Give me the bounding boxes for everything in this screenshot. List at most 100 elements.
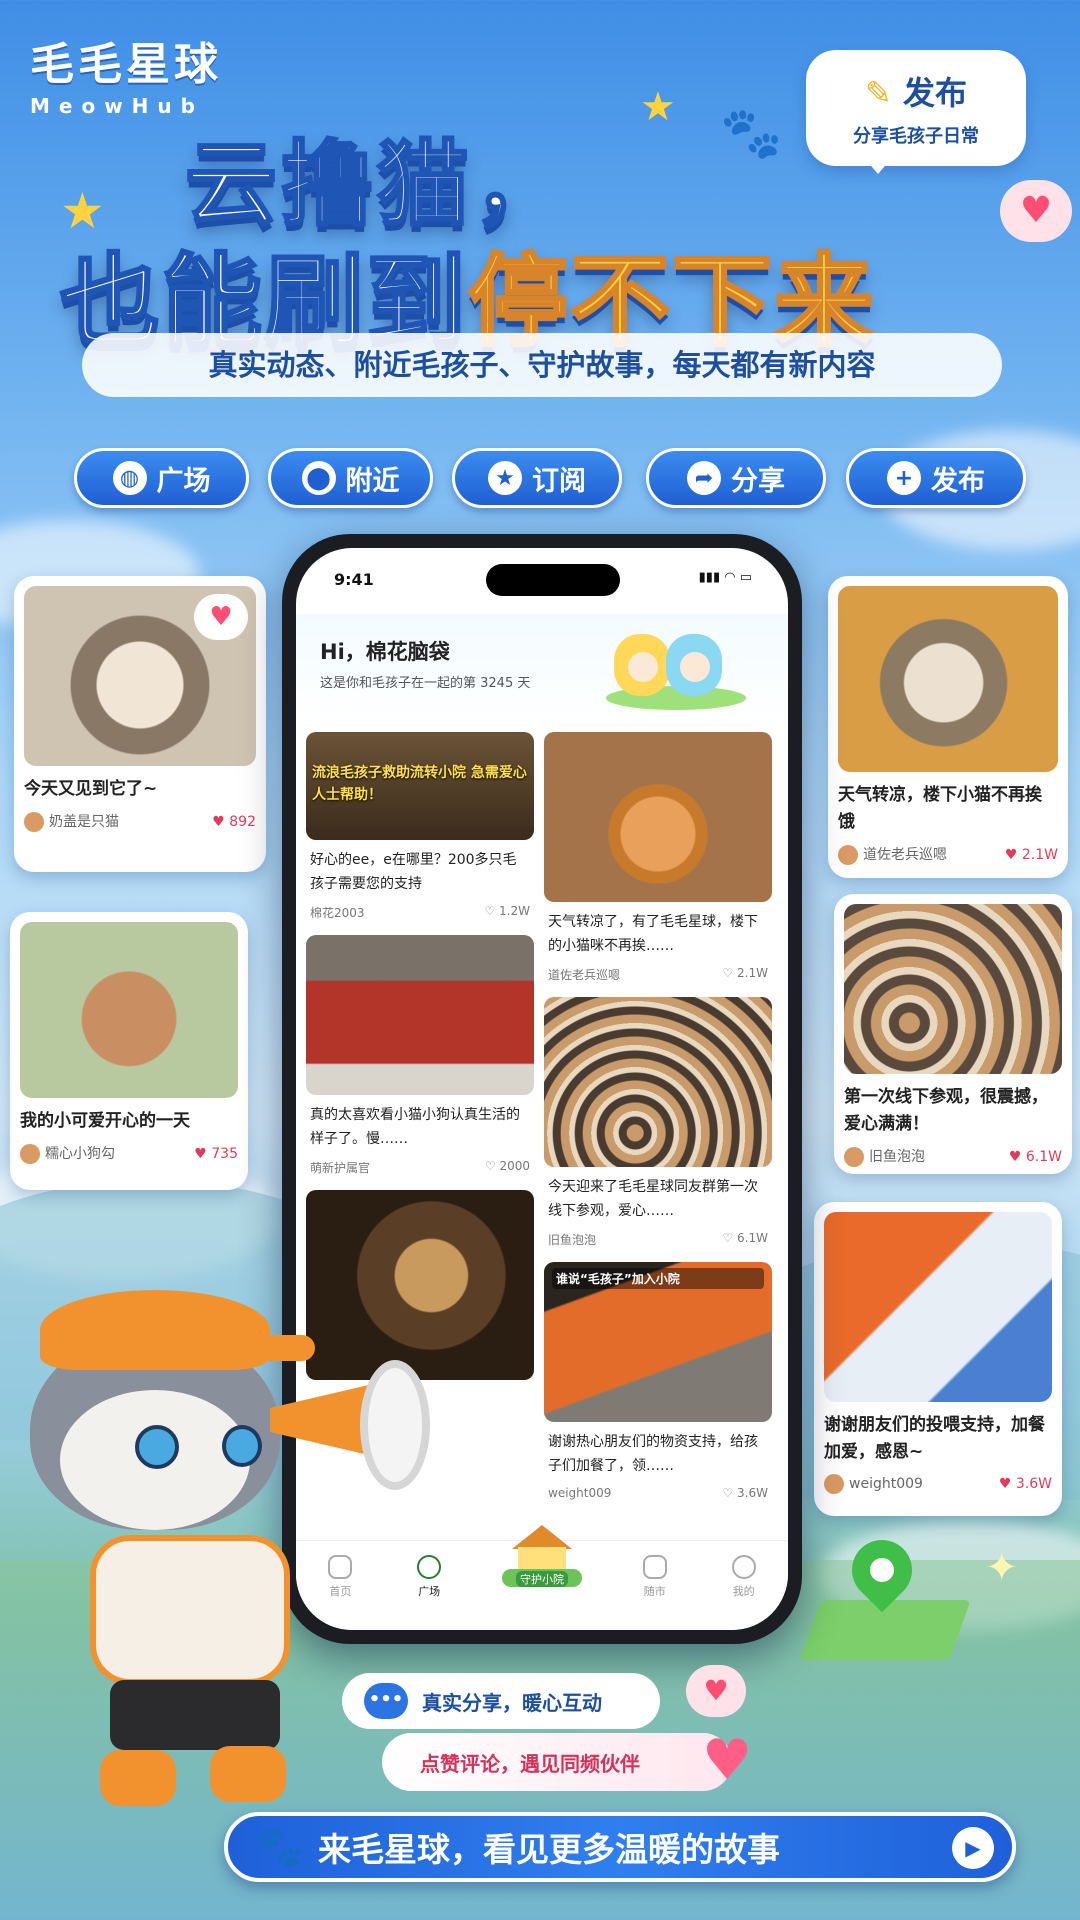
carrots-photo: 谁说“毛孩子”加入小院 (544, 1262, 772, 1422)
like-count[interactable]: ♥ 3.6W (999, 1476, 1052, 1492)
post-card[interactable]: ♥ 今天又见到它了~ 奶盖是只猫 ♥ 892 (14, 576, 266, 872)
like-value: 3.6W (1015, 1476, 1052, 1492)
chat-dots-icon: ••• (364, 1683, 408, 1719)
feed-banner: 流浪毛孩子救助流转小院 急需爱心人士帮助！ (312, 765, 527, 803)
pill-square[interactable]: ◍ 广场 (74, 448, 249, 508)
like-value: 892 (229, 813, 256, 830)
star-icon: ★ (488, 461, 522, 495)
feed-caption: 今天迎来了毛毛星球同友群第一次线下参观，爱心…… (548, 1179, 758, 1219)
feed-like[interactable]: ♡ 1.2W (484, 904, 530, 921)
post-user: 糯心小狗勾 (45, 1146, 115, 1162)
cta-button[interactable]: 🐾 来毛星球，看见更多温暖的故事 ▶ (224, 1812, 1016, 1882)
feed-like-value: 3.6W (737, 1486, 768, 1500)
play-icon: ▶ (952, 1827, 994, 1869)
feed-card[interactable]: 真的太喜欢看小猫小狗认真生活的样子了。慢…… 萌新护属官 ♡ 2000 (306, 935, 534, 1176)
pill-label: 附近 (345, 465, 400, 497)
post-caption: 我的小可爱开心的一天 (20, 1111, 190, 1131)
feed-like[interactable]: ♡ 2.1W (722, 966, 768, 983)
feed-card[interactable]: 今天迎来了毛毛星球同友群第一次线下参观，爱心…… 旧鱼泡泡 ♡ 6.1W (544, 997, 772, 1248)
heart-icon: ♥ (686, 1665, 746, 1717)
like-count[interactable]: ♥ 6.1W (1009, 1149, 1062, 1165)
feed-caption: 好心的ee，e在哪里？200多只毛孩子需要您的支持 (310, 852, 517, 892)
post-caption: 谢谢朋友们的投喂支持，加餐加爱，感恩~ (824, 1415, 1045, 1462)
market-icon (642, 1555, 667, 1579)
like-value: 6.1W (1025, 1148, 1062, 1165)
feed-card[interactable]: 流浪毛孩子救助流转小院 急需爱心人士帮助！ 好心的ee，e在哪里？200多只毛孩… (306, 732, 534, 921)
feed-like[interactable]: ♡ 2000 (485, 1159, 530, 1176)
post-caption: 今天又见到它了~ (24, 779, 158, 799)
profile-icon (731, 1555, 756, 1579)
pill-label: 广场 (156, 465, 211, 497)
big-heart-icon: ♥ (702, 1728, 753, 1793)
publish-bubble[interactable]: ✎ 发布 分享毛孩子日常 (806, 50, 1026, 174)
post-user: 道佐老兵巡嗯 (863, 847, 947, 863)
like-count[interactable]: ♥ 892 (212, 814, 256, 830)
plus-icon: + (887, 461, 921, 495)
share-bubble: ••• 真实分享，暖心互动 (342, 1673, 660, 1729)
dog-shelter-photo (544, 997, 772, 1167)
tab-label: 广场 (418, 1585, 441, 1598)
pill-subscribe[interactable]: ★ 订阅 (452, 448, 622, 508)
feed-user: 棉花2003 (310, 906, 365, 920)
brand-name-cn: 毛毛星球 (30, 39, 222, 90)
post-user: weight009 (849, 1476, 923, 1492)
tab-label: 守护小院 (515, 1571, 568, 1587)
dogs-crowd-photo (844, 904, 1062, 1074)
post-user: 旧鱼泡泡 (869, 1149, 925, 1165)
share-arrow-icon: ➦ (687, 461, 721, 495)
feed-column-right: 天气转凉了，有了毛毛星球，楼下的小猫咪不再挨…… 道佐老兵巡嗯 ♡ 2.1W 今天… (544, 732, 772, 1514)
feed-banner: 谁说“毛孩子”加入小院 (552, 1268, 764, 1289)
signal-wifi-battery-icon: ▮▮▮ ◠ ▭ (698, 570, 752, 585)
feed-like-value: 2.1W (737, 966, 768, 980)
post-card[interactable]: 我的小可爱开心的一天 糯心小狗勾 ♥ 735 (10, 912, 248, 1190)
pill-label: 订阅 (532, 465, 586, 497)
tab-square[interactable]: 广场 (417, 1555, 442, 1599)
like-value: 735 (211, 1145, 238, 1162)
feed-like-value: 2000 (499, 1159, 530, 1173)
days-together: 这是你和毛孩子在一起的第 3245 天 (320, 676, 531, 691)
feed-card[interactable]: 天气转凉了，有了毛毛星球，楼下的小猫咪不再挨…… 道佐老兵巡嗯 ♡ 2.1W (544, 732, 772, 983)
star-decoration-icon: ★ (640, 84, 676, 130)
post-card[interactable]: 天气转凉，楼下小猫不再挨饿 道佐老兵巡嗯 ♥ 2.1W (828, 576, 1068, 878)
post-user: 奶盖是只猫 (49, 814, 119, 830)
cat-on-wall-photo (306, 935, 534, 1095)
cat-photo (838, 586, 1058, 772)
tab-market[interactable]: 随市 (642, 1555, 667, 1599)
like-value: 2.1W (1021, 846, 1058, 863)
like-count[interactable]: ♥ 2.1W (1005, 847, 1058, 863)
tab-guard-yard[interactable]: 守护小院 (501, 1525, 582, 1587)
dog-photo (20, 922, 238, 1098)
heart-bubble-icon: ♥ (1000, 180, 1072, 242)
paw-decoration-icon: 🐾 (720, 104, 783, 162)
paw-icon: 🐾 (254, 1825, 304, 1871)
post-card[interactable]: 第一次线下参观，很震撼，爱心满满！ 旧鱼泡泡 ♥ 6.1W (834, 894, 1072, 1174)
pill-label: 分享 (731, 465, 785, 497)
feed-user: 萌新护属官 (310, 1161, 371, 1175)
like-bubble: 点赞评论，遇见同频伙伴 (382, 1733, 732, 1791)
pill-share[interactable]: ➦ 分享 (646, 448, 826, 508)
feed-caption: 谢谢热心朋友们的物资支持，给孩子们加餐了，领…… (548, 1434, 758, 1474)
tab-profile[interactable]: 我的 (731, 1555, 756, 1599)
tab-label: 我的 (732, 1585, 755, 1598)
feed-caption: 真的太喜欢看小猫小狗认真生活的样子了。慢…… (310, 1107, 520, 1147)
heart-badge-icon: ♥ (194, 594, 248, 640)
cta-label: 来毛星球，看见更多温暖的故事 (318, 1830, 780, 1869)
like-count[interactable]: ♥ 735 (194, 1146, 238, 1162)
feed-like[interactable]: ♡ 6.1W (722, 1231, 768, 1248)
like-bubble-text: 点赞评论，遇见同频伙伴 (420, 1751, 640, 1776)
feed-like-value: 6.1W (737, 1231, 768, 1245)
greeting: Hi，棉花脑袋 (320, 640, 450, 664)
pill-publish[interactable]: + 发布 (846, 448, 1026, 508)
location-pin-icon: ⬤ (301, 461, 336, 495)
publish-bubble-title: 发布 (902, 74, 967, 112)
feed-like[interactable]: ♡ 3.6W (722, 1486, 768, 1500)
feed-user: 旧鱼泡泡 (548, 1233, 597, 1247)
post-card[interactable]: 谢谢朋友们的投喂支持，加餐加爱，感恩~ weight009 ♥ 3.6W (814, 1202, 1062, 1516)
feed-card[interactable]: 谁说“毛孩子”加入小院 谢谢热心朋友们的物资支持，给孩子们加餐了，领…… wei… (544, 1262, 772, 1500)
pencil-icon: ✎ (865, 74, 903, 112)
pill-nearby[interactable]: ⬤ 附近 (268, 448, 433, 508)
avatar (24, 812, 44, 832)
planet-icon: ◍ (112, 461, 147, 495)
avatar (20, 1144, 40, 1164)
subtitle-banner: 真实动态、附近毛孩子、守护故事，每天都有新内容 (82, 333, 1002, 397)
